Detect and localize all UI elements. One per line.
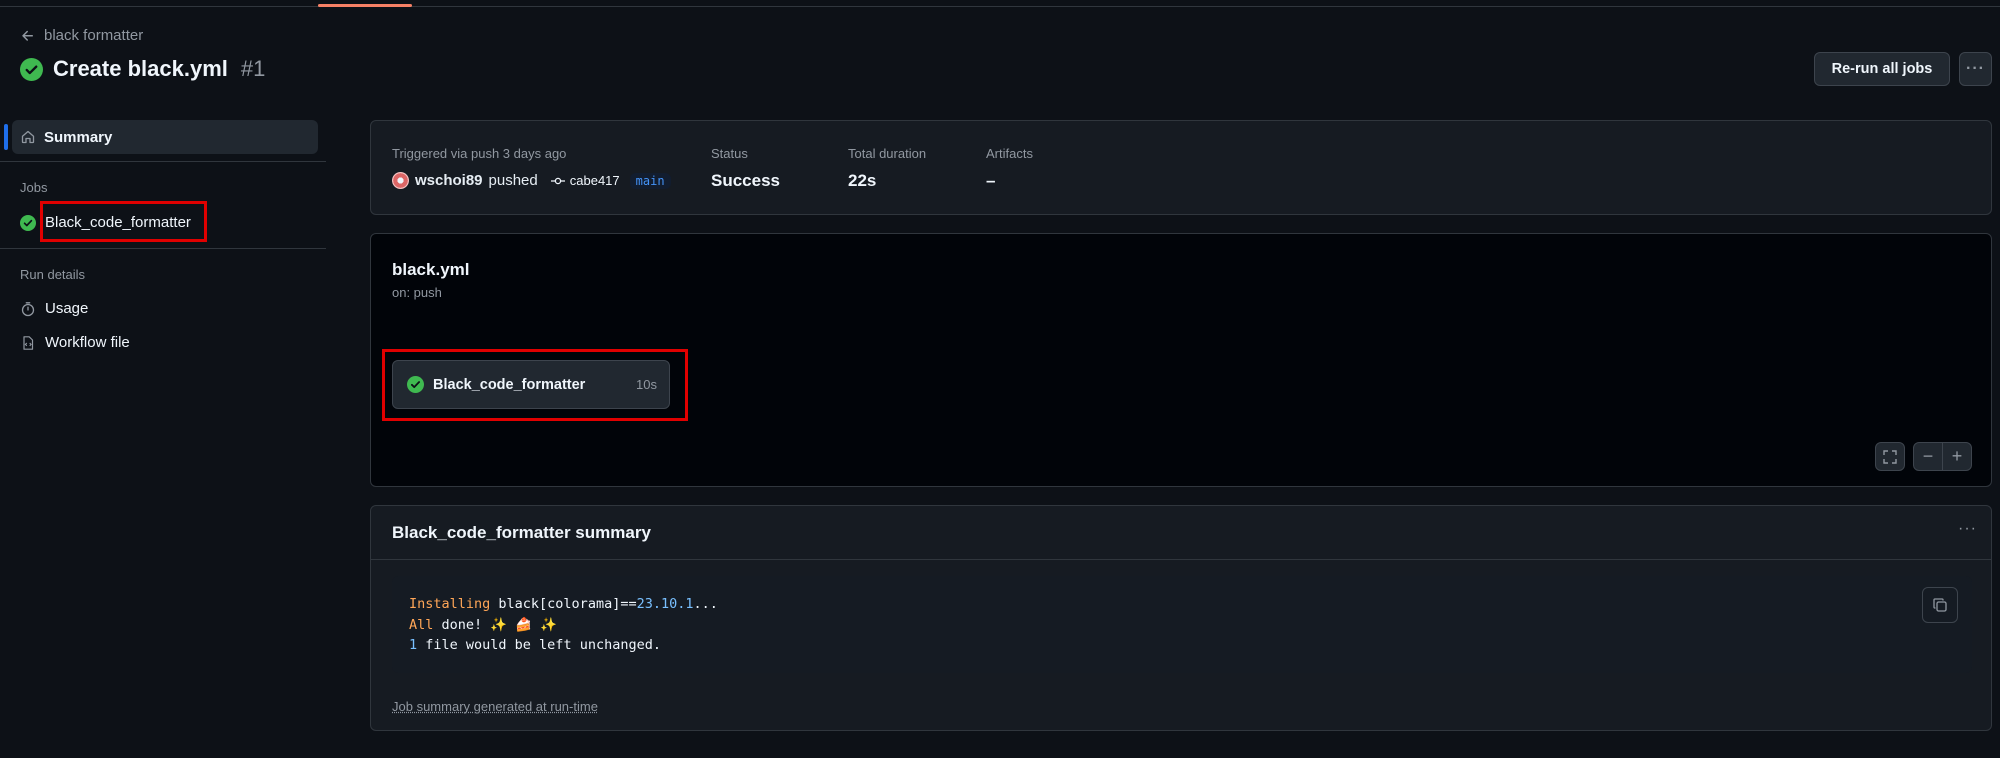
code-text: done! ✨ 🍰 ✨ xyxy=(433,616,557,633)
job-summary-title: Black_code_formatter summary xyxy=(371,506,1991,560)
avatar[interactable] xyxy=(392,172,409,189)
run-number: #1 xyxy=(240,56,266,81)
zoom-out-button[interactable]: − xyxy=(1913,442,1943,471)
summary-more-button[interactable]: ··· xyxy=(1958,520,1977,538)
branch-label[interactable]: main xyxy=(629,172,671,189)
code-number: 23.10.1 xyxy=(636,596,694,612)
artifacts-value: – xyxy=(986,171,996,190)
git-commit-icon xyxy=(550,177,565,184)
push-action: pushed xyxy=(488,172,538,189)
page-title: Create black.yml xyxy=(53,56,228,81)
zoom-in-button[interactable]: + xyxy=(1942,442,1972,471)
code-keyword: All xyxy=(409,616,434,633)
sidebar-item-label: Summary xyxy=(44,128,113,146)
home-icon xyxy=(21,130,35,144)
more-options-button[interactable]: ··· xyxy=(1959,52,1992,86)
copy-button[interactable] xyxy=(1922,587,1958,623)
sidebar-divider xyxy=(0,248,326,249)
commit-sha: cabe417 xyxy=(569,173,620,188)
code-number: 1 xyxy=(409,637,418,653)
fullscreen-button[interactable] xyxy=(1875,442,1905,471)
active-tab-indicator xyxy=(318,4,412,7)
code-keyword: Installing xyxy=(409,596,491,612)
arrow-left-icon xyxy=(22,30,33,41)
push-info: wschoi89 pushed cabe417 main xyxy=(392,172,671,189)
duration-label: Total duration xyxy=(848,146,927,161)
sidebar-item-usage[interactable]: Usage xyxy=(20,300,88,317)
run-details-heading: Run details xyxy=(20,267,86,282)
workflow-trigger: on: push xyxy=(392,285,442,300)
top-nav-border xyxy=(0,6,2000,7)
artifacts-label: Artifacts xyxy=(986,146,1033,161)
sidebar-item-label: Usage xyxy=(45,300,89,317)
success-check-icon xyxy=(20,214,36,231)
sidebar-item-label: Workflow file xyxy=(45,334,130,351)
stopwatch-icon xyxy=(21,301,35,316)
summary-footer-link[interactable]: Job summary generated at run-time xyxy=(392,699,598,714)
jobs-heading: Jobs xyxy=(20,180,48,195)
username-link[interactable]: wschoi89 xyxy=(415,172,483,189)
success-check-icon xyxy=(20,57,43,81)
duration-value[interactable]: 22s xyxy=(848,171,876,191)
copy-icon xyxy=(1933,598,1947,612)
status-label: Status xyxy=(711,146,748,161)
trigger-label: Triggered via push 3 days ago xyxy=(392,146,567,161)
sidebar-divider xyxy=(0,161,326,162)
code-text: black[colorama]== xyxy=(490,596,637,612)
code-output: Installing black[colorama]==23.10.1... A… xyxy=(409,594,718,656)
page-title-row: Create black.yml #1 xyxy=(20,56,265,82)
active-indicator xyxy=(4,124,8,150)
code-text: file would be left unchanged. xyxy=(417,637,661,653)
highlight-box xyxy=(40,201,207,242)
run-info-card: Triggered via push 3 days ago wschoi89 p… xyxy=(370,120,1992,215)
code-block: Installing black[colorama]==23.10.1... A… xyxy=(392,576,1972,673)
fullscreen-icon xyxy=(1883,449,1897,464)
status-value: Success xyxy=(711,171,780,190)
code-text: ... xyxy=(693,596,718,612)
file-code-icon xyxy=(23,335,34,350)
rerun-all-jobs-button[interactable]: Re-run all jobs xyxy=(1814,52,1950,86)
sidebar-item-workflow-file[interactable]: Workflow file xyxy=(20,334,130,351)
back-link-label: black formatter xyxy=(44,27,144,44)
highlight-box xyxy=(382,349,688,421)
back-link[interactable]: black formatter xyxy=(20,27,143,44)
workflow-name: black.yml xyxy=(392,260,470,279)
commit-link[interactable]: cabe417 xyxy=(550,173,620,188)
sidebar-item-summary[interactable]: Summary xyxy=(4,120,318,154)
job-summary-card: Black_code_formatter summary ··· Install… xyxy=(370,505,1992,731)
